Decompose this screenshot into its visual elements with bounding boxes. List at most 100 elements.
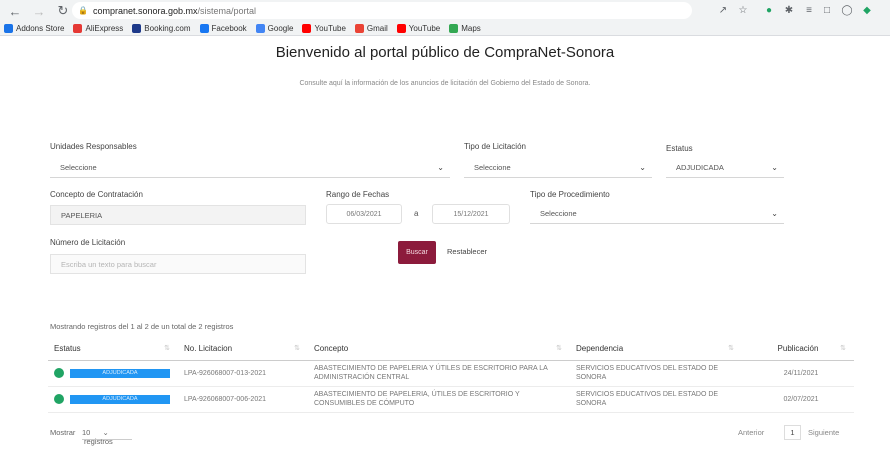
estatus-select[interactable]: ADJUDICADA ⌄ [666,158,784,178]
page-title: Bienvenido al portal público de CompraNe… [275,44,615,61]
bookmark-icon [302,24,312,33]
bookmark-label: Gmail [366,24,388,33]
chevron-down-icon: ⌄ [102,428,109,437]
tipo-procedimiento-select-value: Seleccione [540,209,577,218]
numero-licitacion-label: Número de Licitación [50,238,126,247]
column-header-dependencia[interactable]: Dependencia ⇅ [570,338,742,361]
fecha-hasta-input[interactable]: 15/12/2021 [432,204,510,224]
reading-list-icon[interactable]: ≡ [802,3,816,17]
column-header-label: Dependencia [576,344,624,354]
dependencia-cell: SERVICIOS EDUCATIVOS DEL ESTADO DE SONOR… [570,360,742,387]
forward-icon[interactable]: → [30,2,48,20]
bookmark-item[interactable]: AliExpress [73,24,123,33]
star-icon[interactable]: ☆ [736,3,750,17]
status-cell: ADJUDICADA [48,386,178,413]
column-header-estatus[interactable]: Estatus ⇅ [48,338,178,361]
status-badge: ADJUDICADA [70,368,170,378]
concepto-cell: ABASTECIMIENTO DE PAPELERIA Y ÚTILES DE … [308,360,570,387]
column-header-concepto[interactable]: Concepto ⇅ [308,338,570,361]
bookmark-label: AliExpress [85,24,124,33]
shield-icon[interactable]: ◆ [860,3,874,17]
status-cell: ADJUDICADA [48,360,178,387]
bookmark-label: Maps [461,24,481,33]
estatus-label: Estatus [666,144,693,153]
restablecer-button[interactable]: Restablecer [447,247,487,256]
extension-icon[interactable]: ● [762,3,776,17]
bookmark-icon [199,24,209,33]
bookmark-label: Booking.com [144,24,191,33]
sidebar-icon[interactable]: □ [820,3,834,17]
sort-icon: ⇅ [164,345,170,352]
url-domain: compranet.sonora.gob.mx [92,5,198,16]
tipo-procedimiento-label: Tipo de Procedimiento [530,190,610,199]
page-size-value: 10 [82,428,91,437]
bookmark-label: Google [267,24,294,33]
bookmark-icon [396,24,406,33]
bookmark-label: Facebook [211,24,247,33]
bookmark-icon [132,24,142,33]
column-header-label: Concepto [314,344,349,354]
column-header-label: Publicación [777,344,819,354]
bookmark-item[interactable]: Maps [449,24,481,33]
page-size-select[interactable]: 10 ⌄ registros [82,428,132,446]
extension-icon[interactable]: ✱ [782,3,796,17]
unidades-select[interactable]: Seleccione ⌄ [50,158,450,178]
bookmark-item[interactable]: Google [255,24,294,33]
bookmark-item[interactable]: Addons Store [4,24,64,33]
numero-licitacion-input[interactable]: Escriba un texto para buscar [50,254,306,274]
bookmark-item[interactable]: YouTube [396,24,441,33]
fecha-separator: a [414,209,419,218]
concepto-input[interactable]: PAPELERIA [50,205,306,225]
concepto-cell: ABASTECIMIENTO DE PAPELERIA, ÚTILES DE E… [308,386,570,413]
expand-row-icon[interactable] [54,368,64,378]
expand-row-icon[interactable] [54,394,64,404]
tipo-procedimiento-select[interactable]: Seleccione ⌄ [530,204,784,224]
sort-icon: ⇅ [840,345,846,352]
page-subtitle: Consulte aquí la información de los anun… [299,80,591,87]
bookmark-item[interactable]: Booking.com [132,24,191,33]
bookmark-label: YouTube [408,24,441,33]
rango-fechas-label: Rango de Fechas [326,190,390,199]
results-count: Mostrando registros del 1 al 2 de un tot… [50,322,234,331]
concepto-input-value: PAPELERIA [61,210,103,220]
column-header-numero[interactable]: No. Licitacion ⇅ [178,338,308,361]
bookmark-icon [4,24,13,33]
unidades-select-value: Seleccione [60,163,97,172]
sort-icon: ⇅ [728,345,734,352]
concepto-label: Concepto de Contratación [50,190,143,199]
next-page-button[interactable]: Siguiente [808,428,839,437]
table-row[interactable]: ADJUDICADA LPA-926068007-006-2021 ABASTE… [48,386,854,413]
bookmark-item[interactable]: Facebook [199,24,247,33]
tipo-licitacion-select-value: Seleccione [474,163,511,172]
table-row[interactable]: ADJUDICADA LPA-926068007-013-2021 ABASTE… [48,360,854,387]
bookmark-item[interactable]: Gmail [354,24,388,33]
fecha-desde-value: 06/03/2021 [346,210,382,218]
fecha-desde-input[interactable]: 06/03/2021 [326,204,402,224]
column-header-publicacion[interactable]: Publicación ⇅ [742,338,854,361]
buscar-button[interactable]: Buscar [398,241,436,264]
chevron-down-icon: ⌄ [437,163,444,172]
lock-icon: 🔒 [78,6,88,15]
bookmark-icon [255,24,265,33]
chevron-down-icon: ⌄ [639,163,646,172]
current-page-button[interactable]: 1 [784,425,801,440]
address-bar[interactable]: 🔒 compranet.sonora.gob.mx/sistema/portal [72,2,692,19]
numero-licitacion-placeholder: Escriba un texto para buscar [61,259,157,269]
bookmark-label: Addons Store [16,24,65,33]
share-icon[interactable]: ↗ [716,3,730,17]
reload-icon[interactable]: ↻ [54,2,72,20]
unidades-label: Unidades Responsables [50,142,137,151]
back-icon[interactable]: ← [6,2,24,20]
numero-cell: LPA-926068007-013-2021 [178,360,308,387]
tipo-licitacion-select[interactable]: Seleccione ⌄ [464,158,652,178]
status-badge: ADJUDICADA [70,394,170,404]
prev-page-button[interactable]: Anterior [738,428,764,437]
bookmarks-bar: Addons Store AliExpress Booking.com Faceboo… [0,22,890,36]
bookmark-icon [449,24,459,33]
profile-icon[interactable]: ◯ [840,3,854,17]
fecha-hasta-value: 15/12/2021 [453,210,489,218]
publicacion-cell: 02/07/2021 [742,386,854,413]
browser-toolbar: ← → ↻ 🔒 compranet.sonora.gob.mx/sistema/… [0,0,890,22]
estatus-select-value: ADJUDICADA [676,163,724,172]
bookmark-item[interactable]: YouTube [302,24,346,33]
